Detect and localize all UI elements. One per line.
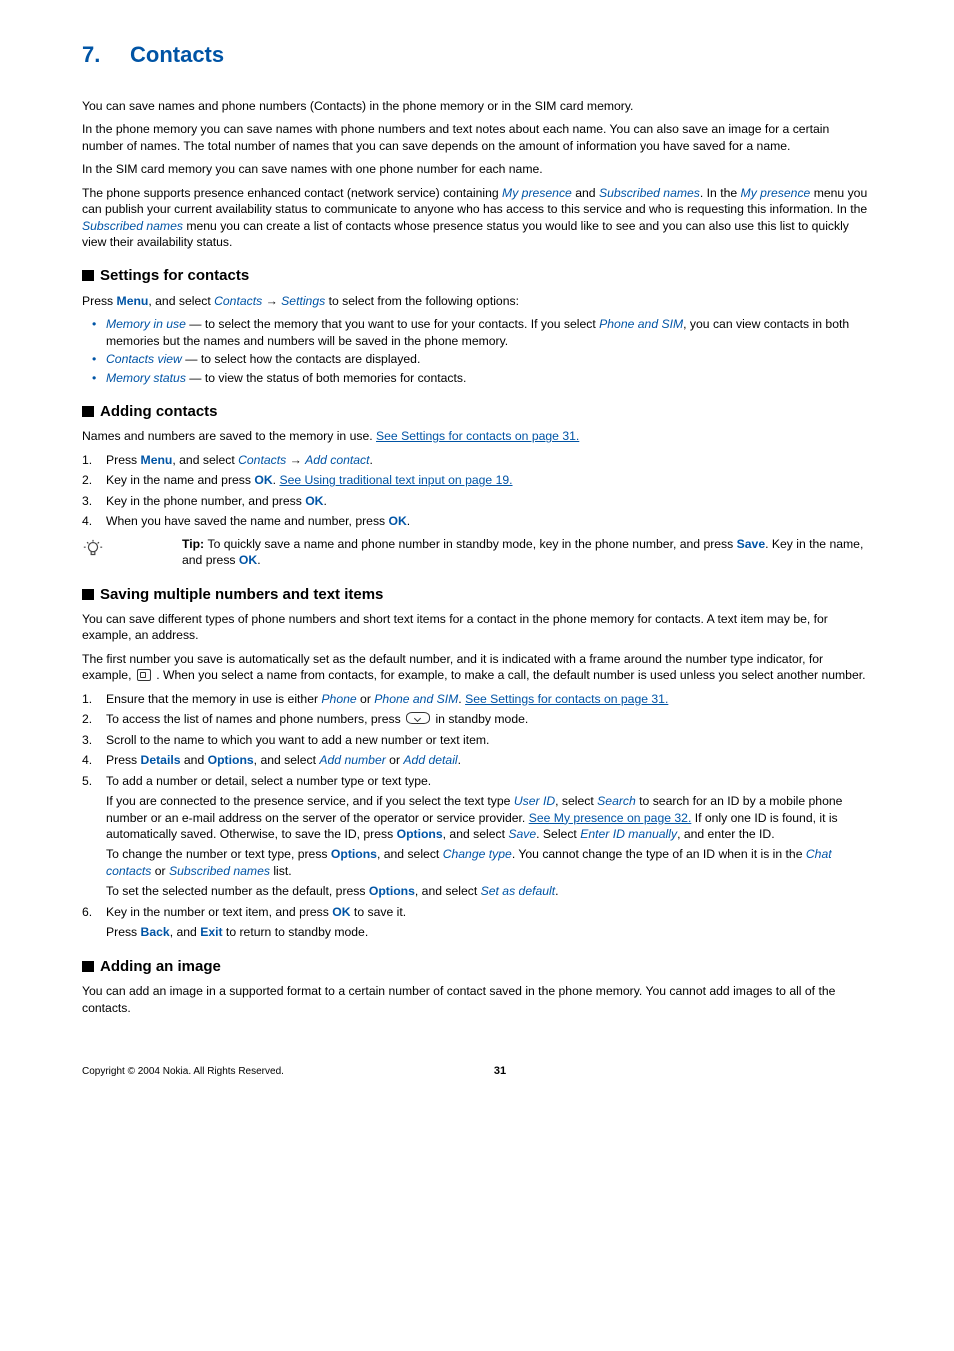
adding-step-2: Key in the name and press OK. See Using …	[82, 472, 872, 488]
intro-p4: The phone supports presence enhanced con…	[82, 185, 872, 251]
adding-steps: Press Menu, and select Contacts → Add co…	[82, 452, 872, 530]
link-traditional-text-input[interactable]: See Using traditional text input on page…	[279, 473, 512, 487]
settings-lead: Press Menu, and select Contacts → Settin…	[82, 293, 872, 309]
multi-step-6: Key in the number or text item, and pres…	[82, 904, 872, 941]
intro-p1: You can save names and phone numbers (Co…	[82, 98, 872, 114]
settings-item-contacts-view: Contacts view — to select how the contac…	[96, 351, 872, 367]
multi-step-5-sub3: To set the selected number as the defaul…	[106, 883, 872, 899]
square-bullet-icon	[82, 406, 94, 417]
section-settings-heading: Settings for contacts	[82, 266, 872, 286]
tip-block: Tip: To quickly save a name and phone nu…	[82, 536, 872, 569]
chapter-heading: 7.Contacts	[82, 40, 872, 70]
footer-copyright: Copyright © 2004 Nokia. All Rights Reser…	[82, 1065, 284, 1079]
multi-step-5-sub2: To change the number or text type, press…	[106, 846, 872, 879]
multi-step-3: Scroll to the name to which you want to …	[82, 732, 872, 748]
adding-step-1: Press Menu, and select Contacts → Add co…	[82, 452, 872, 468]
square-bullet-icon	[82, 961, 94, 972]
multi-step-4: Press Details and Options, and select Ad…	[82, 752, 872, 768]
frame-indicator-icon	[137, 669, 151, 681]
multi-step-2: To access the list of names and phone nu…	[82, 711, 872, 727]
section-image-heading: Adding an image	[82, 957, 872, 977]
page-footer: Copyright © 2004 Nokia. All Rights Reser…	[82, 1064, 872, 1079]
multi-step-6-sub1: Press Back, and Exit to return to standb…	[106, 924, 872, 940]
multi-p1: You can save different types of phone nu…	[82, 611, 872, 644]
adding-lead: Names and numbers are saved to the memor…	[82, 428, 872, 444]
link-settings-contacts[interactable]: See Settings for contacts on page 31.	[376, 429, 579, 443]
footer-page-number: 31	[494, 1064, 506, 1079]
intro-p2: In the phone memory you can save names w…	[82, 121, 872, 154]
square-bullet-icon	[82, 270, 94, 281]
image-p1: You can add an image in a supported form…	[82, 983, 872, 1016]
multi-p2: The first number you save is automatical…	[82, 651, 872, 684]
section-adding-heading: Adding contacts	[82, 402, 872, 422]
adding-step-3: Key in the phone number, and press OK.	[82, 493, 872, 509]
scroll-down-key-icon	[406, 712, 430, 724]
multi-step-1: Ensure that the memory in use is either …	[82, 691, 872, 707]
multi-step-5: To add a number or detail, select a numb…	[82, 773, 872, 900]
tip-lightbulb-icon	[82, 536, 182, 560]
adding-step-4: When you have saved the name and number,…	[82, 513, 872, 529]
settings-list: Memory in use — to select the memory tha…	[82, 316, 872, 386]
intro-p3: In the SIM card memory you can save name…	[82, 161, 872, 177]
link-my-presence[interactable]: See My presence on page 32.	[529, 811, 692, 825]
section-multi-heading: Saving multiple numbers and text items	[82, 585, 872, 605]
tip-text: Tip: To quickly save a name and phone nu…	[182, 536, 872, 569]
link-settings-contacts-2[interactable]: See Settings for contacts on page 31.	[465, 692, 668, 706]
chapter-number: 7.	[82, 40, 130, 70]
square-bullet-icon	[82, 589, 94, 600]
multi-steps: Ensure that the memory in use is either …	[82, 691, 872, 941]
settings-item-memory-status: Memory status — to view the status of bo…	[96, 370, 872, 386]
page-content: 7.Contacts You can save names and phone …	[0, 0, 954, 1129]
settings-item-memory-in-use: Memory in use — to select the memory tha…	[96, 316, 872, 349]
multi-step-5-sub1: If you are connected to the presence ser…	[106, 793, 872, 842]
chapter-title: Contacts	[130, 42, 224, 67]
